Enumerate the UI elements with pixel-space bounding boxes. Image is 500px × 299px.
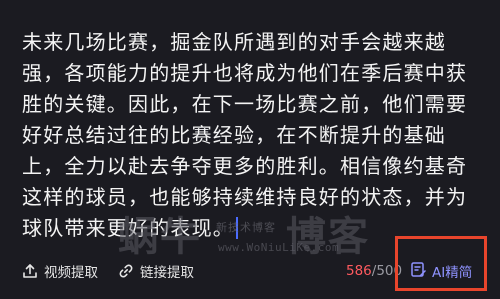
text-caret: [236, 217, 238, 239]
char-count: 586: [346, 263, 372, 279]
link-icon: [118, 263, 134, 279]
article-text-area[interactable]: 未来几场比赛，掘金队所遇到的对手会越来越强，各项能力的提升也将成为他们在季后赛中…: [22, 27, 478, 244]
video-extract-button[interactable]: 视频提取: [22, 258, 98, 284]
link-extract-button[interactable]: 链接提取: [118, 258, 194, 284]
article-text: 未来几场比赛，掘金队所遇到的对手会越来越强，各项能力的提升也将成为他们在季后赛中…: [22, 30, 468, 240]
upload-icon: [22, 263, 38, 279]
ai-simplify-button[interactable]: AI精简: [410, 258, 472, 284]
video-extract-label: 视频提取: [44, 265, 98, 281]
ai-simplify-label: AI精简: [432, 265, 473, 281]
link-extract-label: 链接提取: [140, 265, 194, 281]
char-counter: 586/500: [346, 258, 402, 284]
ai-edit-icon: [410, 261, 427, 282]
text-editor[interactable]: 未来几场比赛，掘金队所遇到的对手会越来越强，各项能力的提升也将成为他们在季后赛中…: [0, 0, 500, 299]
